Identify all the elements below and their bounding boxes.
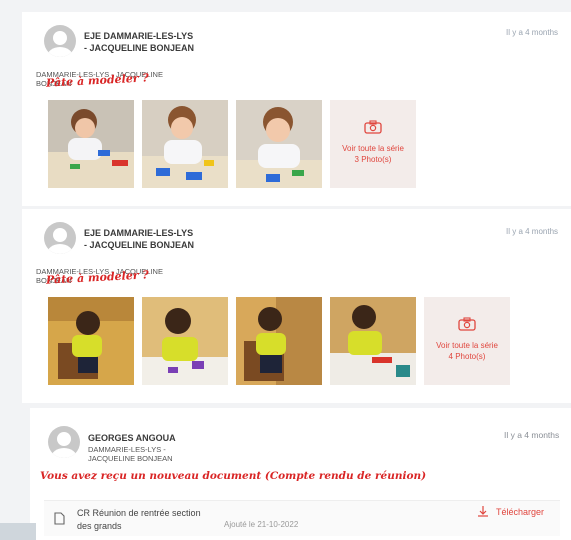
see-all-photos-button[interactable]: Voir toute la série 4 Photo(s) — [424, 297, 510, 385]
see-all-label: Voir toute la série — [342, 144, 404, 153]
post-card: GEORGES ANGOUA Il y a 4 months DAMMARIE-… — [30, 408, 571, 540]
camera-icon — [458, 317, 476, 331]
download-label: Télécharger — [496, 507, 545, 517]
document-date: Ajouté le 21-10-2022 — [224, 520, 299, 529]
location-line: JACQUELINE BONJEAN — [88, 454, 173, 463]
location-line: DAMMARIE-LES-LYS - — [88, 445, 166, 454]
photo-thumbnail[interactable] — [330, 297, 416, 385]
document-icon — [54, 512, 65, 525]
download-icon — [478, 506, 488, 517]
author-location: DAMMARIE-LES-LYS - JACQUELINE BONJEAN — [88, 445, 173, 463]
photo-thumbnail[interactable] — [48, 297, 134, 385]
see-all-label: Voir toute la série — [436, 341, 498, 350]
author-name[interactable]: GEORGES ANGOUA — [88, 432, 176, 444]
background-edge — [0, 523, 36, 540]
author-name[interactable]: EJE DAMMARIE-LES-LYS - JACQUELINE BONJEA… — [84, 227, 194, 251]
post-time: Il y a 4 months — [504, 430, 560, 440]
photo-thumbnail[interactable] — [236, 100, 322, 188]
photo-thumbnail[interactable] — [48, 100, 134, 188]
post-card: EJE DAMMARIE-LES-LYS - JACQUELINE BONJEA… — [22, 12, 571, 206]
avatar[interactable] — [44, 25, 76, 57]
see-all-photos-button[interactable]: Voir toute la série 3 Photo(s) — [330, 100, 416, 188]
handwritten-annotation: Vous avez reçu un nouveau document (Comp… — [40, 470, 427, 482]
author-name[interactable]: EJE DAMMARIE-LES-LYS - JACQUELINE BONJEA… — [84, 30, 194, 54]
avatar[interactable] — [48, 426, 80, 458]
document-row: CR Réunion de rentrée section des grands… — [44, 500, 560, 536]
photo-thumbnail[interactable] — [236, 297, 322, 385]
camera-icon — [364, 120, 382, 134]
document-title[interactable]: CR Réunion de rentrée section des grands — [77, 507, 217, 533]
post-time: Il y a 4 months — [506, 28, 559, 37]
avatar[interactable] — [44, 222, 76, 254]
photo-count: 3 Photo(s) — [354, 155, 392, 164]
post-time: Il y a 4 months — [506, 227, 559, 236]
photo-thumbnail[interactable] — [142, 100, 228, 188]
photo-count: 4 Photo(s) — [448, 352, 486, 361]
photo-thumbnail[interactable] — [142, 297, 228, 385]
post-card: EJE DAMMARIE-LES-LYS - JACQUELINE BONJEA… — [22, 209, 571, 403]
